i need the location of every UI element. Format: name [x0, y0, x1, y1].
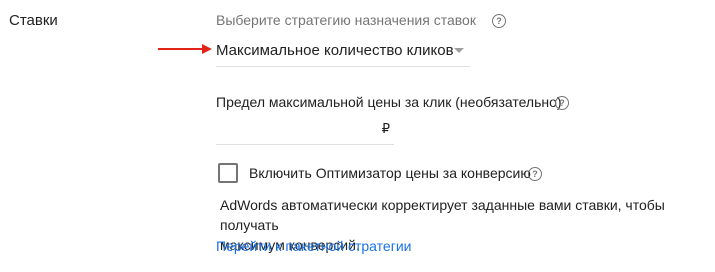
bid-strategy-value: Максимальное количество кликов [216, 42, 454, 59]
strategy-hint: Выберите стратегию назначения ставок [216, 12, 476, 28]
enhanced-cpc-checkbox[interactable] [218, 163, 238, 183]
bid-strategy-dropdown[interactable]: Максимальное количество кликов [216, 40, 470, 67]
max-cpc-limit-input[interactable]: ₽ [216, 118, 394, 145]
help-icon[interactable]: ? [555, 96, 569, 110]
enhanced-cpc-label: Включить Оптимизатор цены за конверсию [249, 165, 531, 181]
help-icon[interactable]: ? [528, 167, 542, 181]
chevron-down-icon [454, 48, 464, 53]
red-arrow-icon [158, 44, 212, 54]
bid-limit-label: Предел максимальной цены за клик (необяз… [216, 94, 562, 110]
description-line: AdWords автоматически корректирует задан… [220, 197, 665, 233]
section-label: Ставки [9, 12, 58, 29]
currency-symbol: ₽ [381, 121, 390, 136]
help-icon[interactable]: ? [492, 14, 506, 28]
portfolio-strategy-link[interactable]: Перейти к пакетной стратегии [216, 238, 411, 254]
